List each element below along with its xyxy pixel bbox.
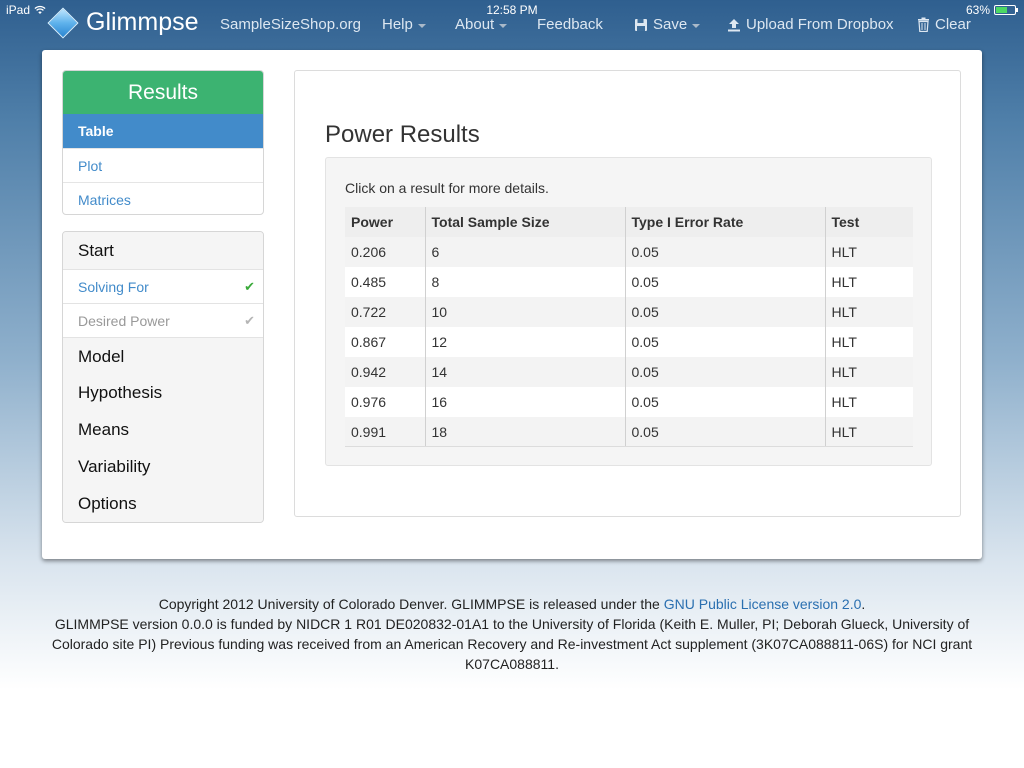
table-cell: HLT: [825, 267, 913, 297]
table-cell: 0.05: [625, 387, 826, 417]
table-cell: 0.05: [625, 237, 826, 267]
nav-help-label: Help: [382, 16, 413, 33]
check-icon: ✔: [244, 279, 255, 294]
table-header-row: Power Total Sample Size Type I Error Rat…: [345, 207, 913, 237]
step-solving-for-label: Solving For: [78, 279, 149, 295]
glimmpse-logo-icon: [47, 6, 79, 39]
table-cell: 0.942: [345, 357, 426, 387]
main-panel: Results Table Plot Matrices Start Solvin…: [42, 50, 982, 559]
table-row[interactable]: 0.976 16 0.05 HLT: [345, 387, 913, 417]
table-cell: 0.05: [625, 327, 826, 357]
results-well: Click on a result for more details. Powe…: [325, 157, 932, 466]
table-cell: HLT: [825, 387, 913, 417]
results-item-plot[interactable]: Plot: [63, 148, 263, 182]
table-row[interactable]: 0.722 10 0.05 HLT: [345, 297, 913, 327]
nav-about-label: About: [455, 16, 495, 33]
table-cell: 6: [425, 237, 626, 267]
floppy-disk-icon: [635, 18, 647, 31]
power-results-table: Power Total Sample Size Type I Error Rat…: [345, 207, 913, 446]
column-header[interactable]: Type I Error Rate: [625, 207, 826, 237]
step-start[interactable]: Start: [63, 232, 263, 269]
table-cell: 0.485: [345, 267, 426, 297]
column-header[interactable]: Test: [825, 207, 913, 237]
step-options[interactable]: Options: [63, 485, 263, 522]
nav-clear-label: Clear: [935, 16, 971, 33]
footer-copyright: Copyright 2012 University of Colorado De…: [40, 594, 984, 614]
content-panel: Power Results Click on a result for more…: [294, 70, 961, 517]
results-header: Results: [63, 71, 263, 114]
table-row[interactable]: 0.206 6 0.05 HLT: [345, 237, 913, 267]
results-instructions: Click on a result for more details.: [345, 180, 549, 196]
nav-feedback-link[interactable]: Feedback: [537, 16, 603, 33]
nav-site-link[interactable]: SampleSizeShop.org: [220, 16, 361, 33]
step-hypothesis[interactable]: Hypothesis: [63, 374, 263, 411]
table-cell: 0.05: [625, 417, 826, 446]
brand-link[interactable]: Glimmpse: [47, 6, 199, 39]
step-model[interactable]: Model: [63, 337, 263, 374]
top-navbar: Glimmpse SampleSizeShop.org Help About F…: [0, 6, 1024, 46]
table-cell: 14: [425, 357, 626, 387]
copyright-period: .: [861, 596, 866, 612]
caret-down-icon: [499, 23, 508, 28]
results-nav: Results Table Plot Matrices: [62, 70, 264, 215]
table-cell: HLT: [825, 297, 913, 327]
table-cell: 16: [425, 387, 626, 417]
nav-upload-label: Upload From Dropbox: [746, 16, 894, 33]
column-header[interactable]: Power: [345, 207, 426, 237]
table-cell: 0.976: [345, 387, 426, 417]
table-row[interactable]: 0.991 18 0.05 HLT: [345, 417, 913, 446]
table-cell: HLT: [825, 237, 913, 267]
table-cell: 8: [425, 267, 626, 297]
table-cell: 18: [425, 417, 626, 446]
caret-down-icon: [692, 23, 701, 28]
table-cell: 12: [425, 327, 626, 357]
nav-about-dropdown[interactable]: About: [455, 16, 508, 33]
page-title: Power Results: [325, 121, 480, 148]
trash-icon: [918, 17, 929, 32]
table-row[interactable]: 0.942 14 0.05 HLT: [345, 357, 913, 387]
results-item-table[interactable]: Table: [63, 114, 263, 148]
license-link[interactable]: GNU Public License version 2.0: [664, 596, 862, 612]
table-cell: 0.05: [625, 297, 826, 327]
table-row[interactable]: 0.485 8 0.05 HLT: [345, 267, 913, 297]
copyright-text: Copyright 2012 University of Colorado De…: [158, 596, 664, 612]
nav-feedback-label: Feedback: [537, 16, 603, 33]
nav-help-dropdown[interactable]: Help: [382, 16, 426, 33]
table-cell: 0.991: [345, 417, 426, 446]
nav-upload-dropbox[interactable]: Upload From Dropbox: [727, 16, 894, 33]
table-cell: HLT: [825, 417, 913, 446]
table-cell: HLT: [825, 357, 913, 387]
steps-nav: Start Solving For ✔ Desired Power ✔ Mode…: [62, 231, 264, 523]
nav-save-dropdown[interactable]: Save: [634, 16, 701, 33]
table-cell: 0.05: [625, 357, 826, 387]
table-cell: 0.05: [625, 267, 826, 297]
brand-name: Glimmpse: [86, 8, 199, 36]
footer: Copyright 2012 University of Colorado De…: [40, 594, 984, 674]
results-item-matrices[interactable]: Matrices: [63, 182, 263, 214]
table-row[interactable]: 0.867 12 0.05 HLT: [345, 327, 913, 357]
nav-clear-button[interactable]: Clear: [917, 16, 971, 33]
step-means[interactable]: Means: [63, 411, 263, 448]
table-cell: 0.867: [345, 327, 426, 357]
table-cell: HLT: [825, 327, 913, 357]
step-desired-power[interactable]: Desired Power ✔: [63, 303, 263, 337]
table-cell: 0.722: [345, 297, 426, 327]
upload-icon: [728, 18, 740, 31]
caret-down-icon: [417, 23, 426, 28]
check-icon: ✔: [244, 313, 255, 328]
table-cell: 10: [425, 297, 626, 327]
column-header[interactable]: Total Sample Size: [425, 207, 626, 237]
nav-save-label: Save: [653, 16, 688, 33]
step-solving-for[interactable]: Solving For ✔: [63, 269, 263, 303]
nav-site-label: SampleSizeShop.org: [220, 16, 361, 33]
step-variability[interactable]: Variability: [63, 448, 263, 485]
step-desired-power-label: Desired Power: [78, 313, 170, 329]
results-table-scroll[interactable]: Power Total Sample Size Type I Error Rat…: [345, 207, 913, 447]
footer-funding: GLIMMPSE version 0.0.0 is funded by NIDC…: [51, 616, 973, 672]
table-cell: 0.206: [345, 237, 426, 267]
